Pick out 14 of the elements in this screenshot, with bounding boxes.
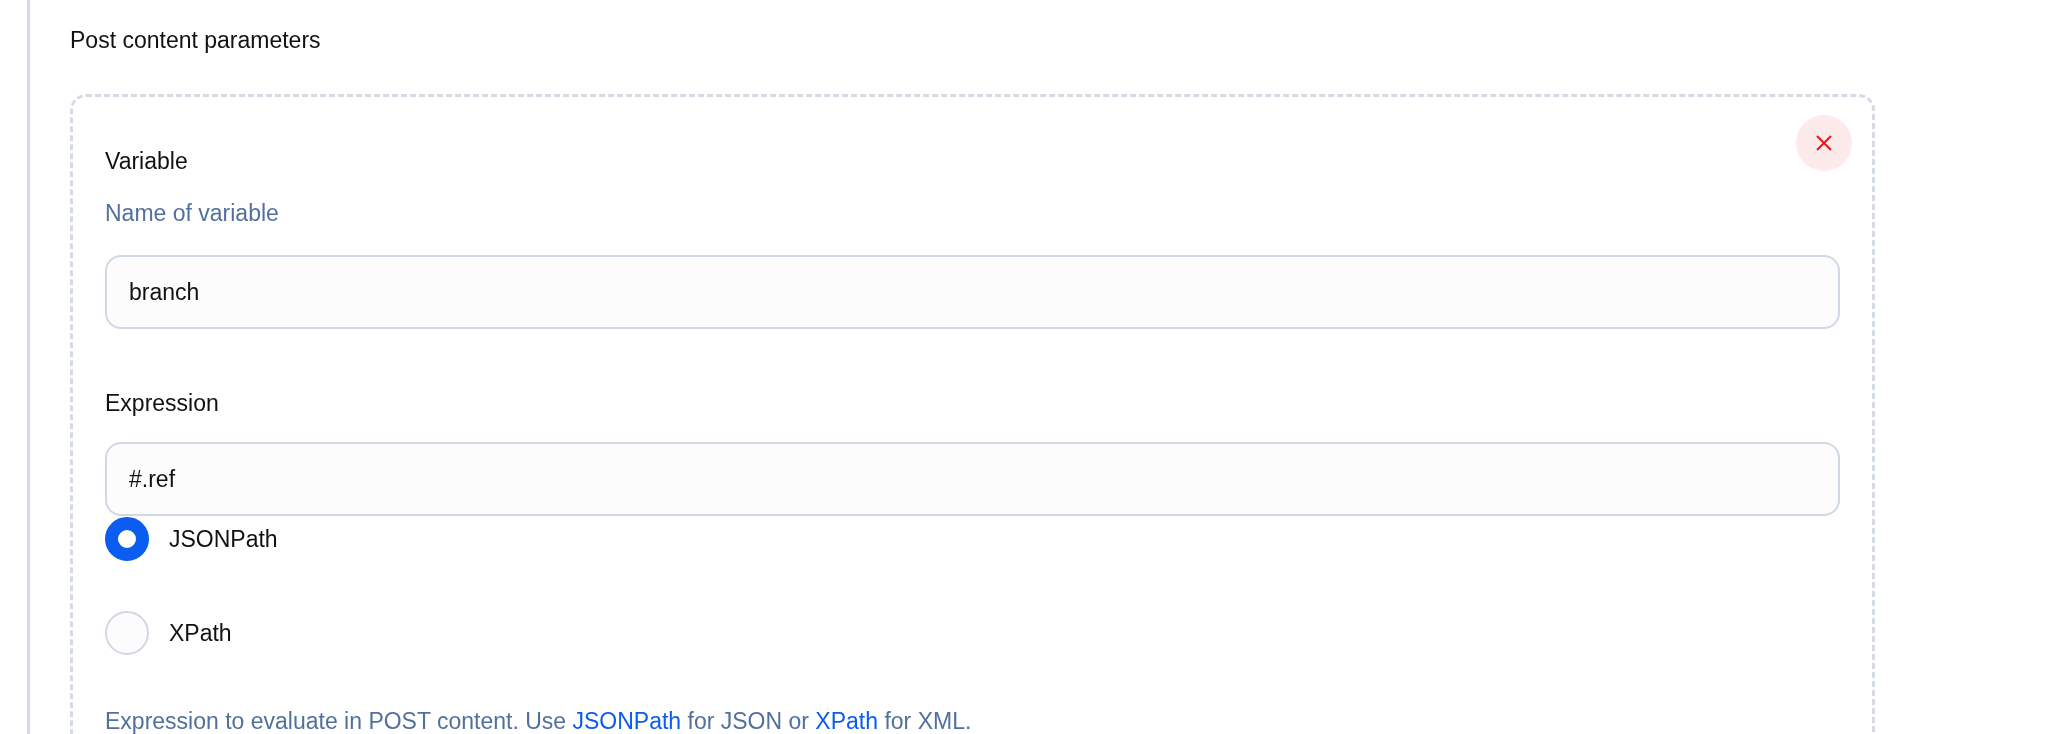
radio-label[interactable]: XPath [169, 617, 232, 649]
input-field[interactable]: #.ref [105, 442, 1840, 516]
field-label: Variable [105, 147, 189, 176]
field-description: Name of variable [105, 199, 280, 228]
help-link[interactable]: XPath [815, 708, 878, 734]
radio-label[interactable]: JSONPath [169, 523, 278, 555]
help-link[interactable]: JSONPath [572, 708, 682, 734]
remove-button[interactable] [1796, 115, 1852, 171]
close-icon [1815, 134, 1833, 152]
input-field[interactable]: branch [105, 255, 1840, 329]
section-title: Post content parameters [70, 26, 322, 55]
radio-button[interactable] [105, 517, 149, 561]
field-label: Expression [105, 389, 220, 418]
help-text: Expression to evaluate in POST content. Use JSONPath for JSON or XPath for XML. [105, 707, 973, 734]
